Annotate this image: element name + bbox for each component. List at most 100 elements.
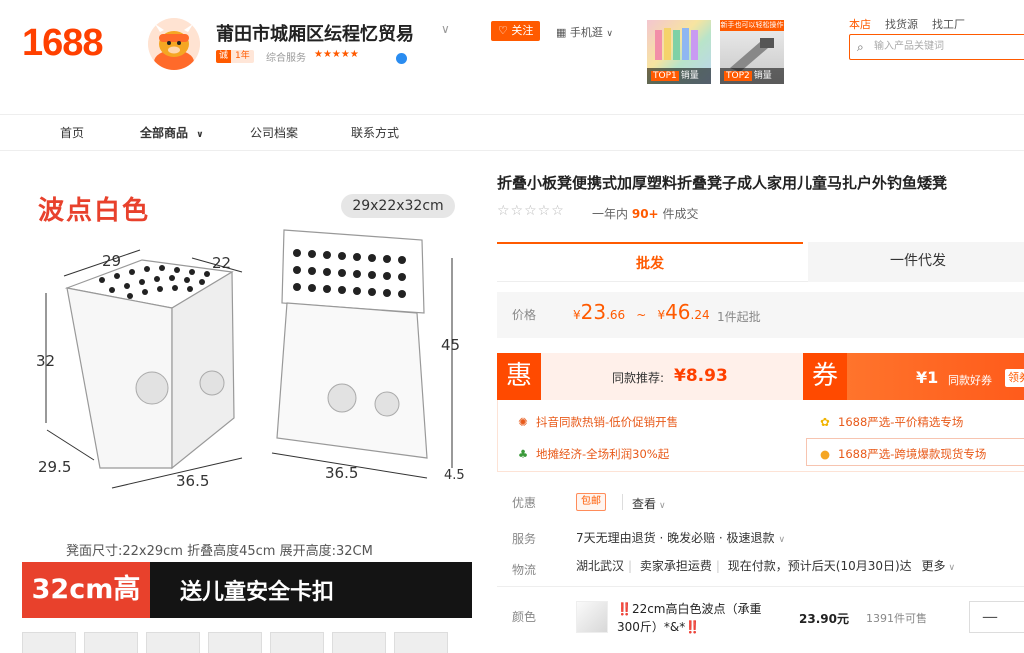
- dim-label: 32: [36, 352, 56, 370]
- qr-icon: ▦: [556, 26, 567, 39]
- chevron-down-icon: ∨: [778, 535, 786, 545]
- search-placeholder: 输入产品关键词: [874, 41, 944, 52]
- top-product-1[interactable]: TOP1 销量: [647, 20, 711, 84]
- ship-from: 湖北武汉: [576, 559, 625, 573]
- search-input[interactable]: ⌕ 输入产品关键词: [849, 34, 1024, 60]
- logistics-info: 湖北武汉 | 卖家承担运费 | 现在付款，预计后天(10月30日)达 更多 ∨: [576, 559, 956, 573]
- top1-tag: TOP1 销量: [647, 68, 711, 84]
- mobile-label: 手机逛: [569, 26, 603, 39]
- dim-label: 36.5: [325, 464, 359, 482]
- thumbnail[interactable]: [394, 632, 448, 653]
- nav-all-products[interactable]: 全部商品 ∨: [140, 124, 204, 141]
- deal-badge: 惠: [497, 353, 541, 400]
- nav-home[interactable]: 首页: [60, 124, 84, 141]
- sku-price: 23.90元: [799, 612, 849, 626]
- sku-name[interactable]: ‼️22cm高白色波点（承重300斤）*&*‼️: [617, 600, 777, 636]
- heart-icon: ♡: [498, 24, 508, 37]
- flower-icon: ✿: [820, 415, 830, 429]
- promo-item[interactable]: ● 1688严选-跨境爆款现货专场: [818, 446, 986, 462]
- spec-caption: 凳面尺寸:22x29cm 折叠高度45cm 展开高度:32CM: [66, 544, 373, 559]
- chevron-down-icon[interactable]: ∨: [441, 22, 450, 36]
- chevron-down-icon: ∨: [196, 130, 204, 140]
- logistics-label: 物流: [512, 563, 537, 577]
- color-label: 颜色: [512, 610, 537, 624]
- rating-stars: ☆☆☆☆☆: [497, 203, 565, 219]
- thumbnail[interactable]: [84, 632, 138, 653]
- service-label: 综合服务: [266, 53, 306, 64]
- sold-count: 一年内 90+ 件成交: [592, 205, 698, 222]
- dim-label: 45: [441, 336, 461, 354]
- delivery-eta: 现在付款，预计后天(10月30日)达: [727, 559, 912, 573]
- dim-label: 22: [212, 254, 232, 272]
- follow-label: 关注: [511, 24, 534, 37]
- thumbnail[interactable]: [208, 632, 262, 653]
- nav-company-profile[interactable]: 公司档案: [250, 124, 298, 141]
- promo-item[interactable]: ✺ 抖音同款热销-低价促销开售: [516, 414, 678, 430]
- quantity-minus-button[interactable]: —: [969, 601, 1024, 633]
- tab-wholesale[interactable]: 批发: [497, 242, 803, 282]
- nav-all-products-label: 全部商品: [140, 126, 189, 140]
- service-label: 服务: [512, 532, 537, 546]
- thumbnail[interactable]: [270, 632, 324, 653]
- tab-dropship[interactable]: 一件代发: [808, 242, 1024, 282]
- logistics-more[interactable]: 更多: [922, 559, 946, 573]
- price-label: 价格: [512, 308, 537, 322]
- banner-text: 送儿童安全卡扣: [180, 580, 335, 605]
- top-product-2[interactable]: 新手也可以轻松操作 TOP2 销量: [720, 20, 784, 84]
- divider: [497, 586, 1024, 587]
- price-range: ¥23.66 ~ ¥46.24: [573, 300, 710, 324]
- service-stars: ★★★★★: [314, 49, 359, 60]
- coupon-text: 同款好券: [948, 374, 992, 387]
- product-title: 折叠小板凳便携式加厚塑料折叠凳子成人家用儿童马扎户外钓鱼矮凳: [497, 174, 948, 192]
- free-shipping-tag: 包邮: [576, 493, 606, 511]
- shop-name[interactable]: 莆田市城厢区纭程忆贸易: [216, 20, 414, 46]
- dim-label: 29: [102, 252, 122, 270]
- chevron-down-icon: ∨: [659, 501, 666, 511]
- dim-label: 4.5: [444, 468, 465, 483]
- coupon-badge: 券: [803, 353, 847, 400]
- dim-label: 29.5: [38, 458, 72, 476]
- site-logo[interactable]: 1688: [22, 22, 104, 65]
- badge-years: 1年: [231, 50, 254, 63]
- sold-suffix: 件成交: [662, 207, 699, 221]
- thumbnail[interactable]: [146, 632, 200, 653]
- deal-price: ¥8.93: [674, 366, 728, 386]
- sun-icon: ✺: [518, 415, 528, 429]
- coupon-amount: ¥1: [916, 368, 939, 387]
- scope-this-shop[interactable]: 本店: [849, 16, 871, 32]
- sku-thumbnail[interactable]: [576, 601, 608, 633]
- dimension-pill: 29x22x32cm: [341, 194, 455, 218]
- color-variant-title: 波点白色: [38, 196, 151, 226]
- service-guarantees[interactable]: 7天无理由退货 · 晚发必赔 · 极速退款 ∨: [576, 529, 785, 546]
- view-discounts-button[interactable]: 查看 ∨: [632, 495, 666, 512]
- chevron-down-icon: ∨: [606, 29, 613, 39]
- divider: [622, 494, 623, 510]
- shop-avatar[interactable]: [148, 18, 200, 70]
- shipping-fee: 卖家承担运费: [639, 559, 712, 573]
- search-scope-tabs: 本店 找货源 找工厂: [849, 16, 965, 32]
- search-icon: ⌕: [857, 40, 864, 54]
- scope-find-factory[interactable]: 找工厂: [932, 16, 965, 32]
- product-main-image[interactable]: [22, 168, 472, 568]
- promo-item[interactable]: ✿ 1688严选-平价精选专场: [818, 414, 963, 430]
- sold-prefix: 一年内: [592, 207, 629, 221]
- thumbnail[interactable]: [22, 632, 76, 653]
- follow-button[interactable]: ♡ 关注: [491, 21, 541, 41]
- sku-stock: 1391件可售: [866, 612, 927, 625]
- sold-number: 90+: [631, 207, 659, 221]
- banner-height: 32cm高: [22, 562, 150, 618]
- chevron-down-icon: ∨: [948, 563, 956, 573]
- promo-banner: 32cm高 送儿童安全卡扣: [22, 562, 472, 618]
- claim-coupon-button[interactable]: 领券: [1005, 369, 1024, 387]
- verified-icon[interactable]: [396, 53, 407, 64]
- promo-item[interactable]: ♣ 地摊经济-全场利润30%起: [516, 446, 669, 462]
- nav-contact[interactable]: 联系方式: [351, 124, 399, 141]
- thumbnail[interactable]: [332, 632, 386, 653]
- thumbnail-strip: [22, 632, 448, 653]
- scope-find-source[interactable]: 找货源: [885, 16, 918, 32]
- mobile-browse[interactable]: ▦ 手机逛 ∨: [556, 24, 613, 40]
- min-order: 1件起批: [717, 310, 761, 324]
- badge-prefix: 诚: [216, 50, 232, 63]
- mascot-icon: ●: [819, 447, 831, 461]
- years-badge: 诚 1年: [216, 50, 254, 63]
